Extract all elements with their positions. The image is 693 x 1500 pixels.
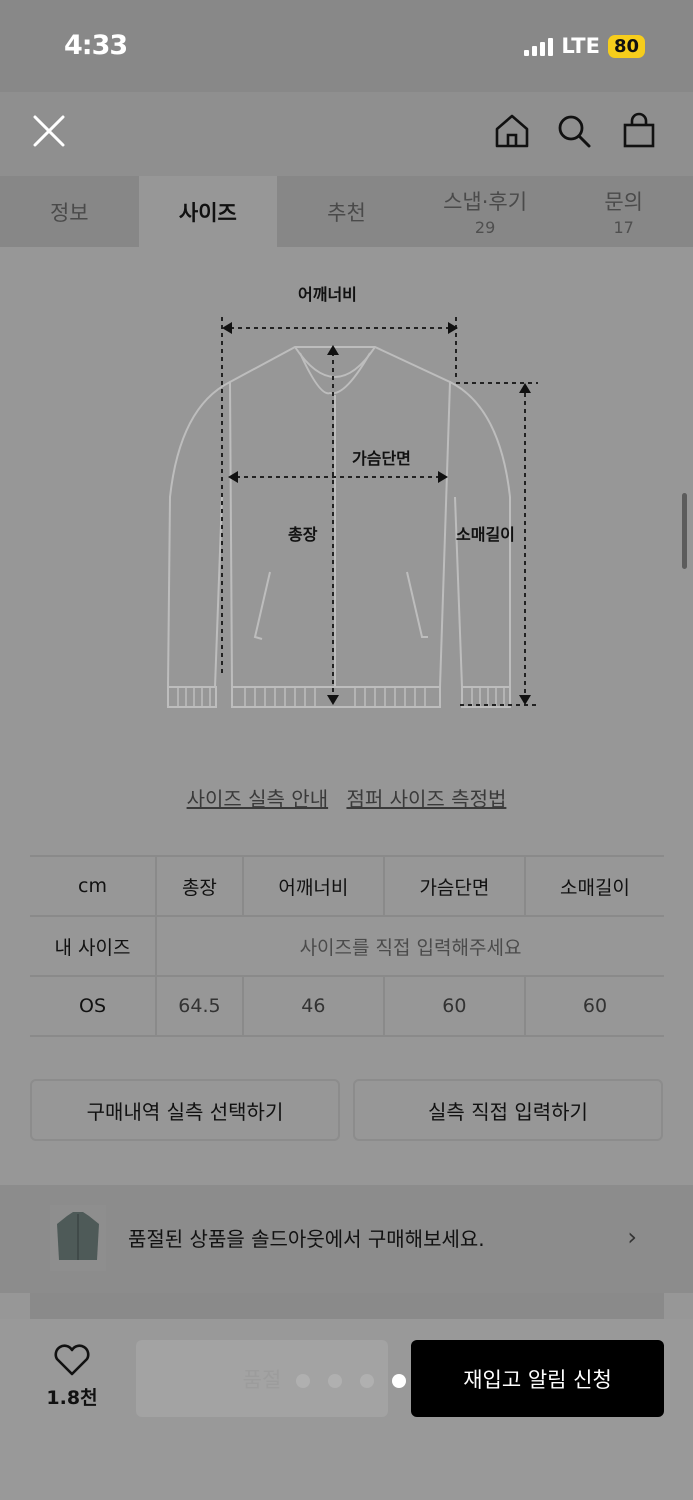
sleeve-label: 소매길이 xyxy=(456,525,515,544)
tab-label: 문의 xyxy=(604,190,643,214)
size-content: 어깨너비 가슴단면 총장 소매길이 사이즈 실측 안내 점퍼 사이즈 측정법 c… xyxy=(0,247,693,1319)
table-header: 가슴단면 xyxy=(382,855,525,917)
heart-icon xyxy=(54,1344,90,1376)
bag-icon[interactable] xyxy=(616,108,662,154)
tab-inquiry[interactable]: 문의 17 xyxy=(554,176,693,247)
content-divider xyxy=(30,1293,664,1319)
table-header: 총장 xyxy=(155,855,243,917)
page-indicator xyxy=(296,1374,406,1388)
status-bar: 4:33 LTE 80 xyxy=(0,0,693,92)
tab-count: 17 xyxy=(613,218,634,237)
size-guide-links: 사이즈 실측 안내 점퍼 사이즈 측정법 xyxy=(0,783,693,812)
network-label: LTE xyxy=(561,34,600,58)
table-cell: 46 xyxy=(241,976,384,1037)
tab-label: 사이즈 xyxy=(178,200,237,225)
tab-count: 29 xyxy=(474,218,496,237)
measure-method-link[interactable]: 점퍼 사이즈 측정법 xyxy=(346,787,506,811)
search-icon[interactable] xyxy=(551,108,597,154)
jacket-thumbnail xyxy=(50,1205,106,1271)
size-label: OS xyxy=(30,976,156,1037)
battery-indicator: 80 xyxy=(607,34,645,58)
home-icon[interactable] xyxy=(489,108,535,154)
tab-label: 정보 xyxy=(49,200,89,225)
table-header: 어깨너비 xyxy=(241,855,384,917)
table-cell: 60 xyxy=(382,976,525,1037)
banner-text: 품절된 상품을 솔드아웃에서 구매해보세요. xyxy=(128,1227,485,1251)
status-indicators: LTE 80 xyxy=(524,34,645,58)
top-header xyxy=(0,92,693,176)
size-guide-link[interactable]: 사이즈 실측 안내 xyxy=(187,787,329,811)
shoulder-label: 어깨너비 xyxy=(298,285,357,304)
soldout-banner[interactable]: 품절된 상품을 솔드아웃에서 구매해보세요. › xyxy=(0,1185,693,1293)
tab-recommend[interactable]: 추천 xyxy=(277,176,416,247)
like-button[interactable]: 1.8천 xyxy=(40,1343,104,1410)
page-dot xyxy=(296,1374,310,1388)
direct-input-button[interactable]: 실측 직접 입력하기 xyxy=(353,1079,663,1141)
table-cell: 64.5 xyxy=(155,976,243,1037)
table-header-row: cm 총장 어깨너비 가슴단면 소매길이 xyxy=(30,855,664,917)
signal-icon xyxy=(524,36,554,56)
chevron-right-icon: › xyxy=(627,1223,637,1251)
status-time: 4:33 xyxy=(64,30,128,61)
bottom-action-bar: 1.8천 품절 재입고 알림 신청 xyxy=(0,1319,693,1500)
table-row: OS 64.5 46 60 60 xyxy=(30,976,664,1037)
page-dot xyxy=(328,1374,342,1388)
jacket-outline-icon xyxy=(166,317,538,708)
tab-snap-review[interactable]: 스냅·후기 29 xyxy=(416,176,555,247)
my-size-input[interactable]: 사이즈를 직접 입력해주세요 xyxy=(155,916,664,977)
restock-alert-button[interactable]: 재입고 알림 신청 xyxy=(411,1340,664,1417)
product-tabs: 정보 사이즈 추천 스냅·후기 29 문의 17 xyxy=(0,176,693,247)
table-cell: 60 xyxy=(523,976,664,1037)
size-table: cm 총장 어깨너비 가슴단면 소매길이 내 사이즈 사이즈를 직접 입력해주세… xyxy=(30,855,664,1037)
tab-size[interactable]: 사이즈 xyxy=(138,176,278,247)
my-size-row: 내 사이즈 사이즈를 직접 입력해주세요 xyxy=(30,916,664,977)
chest-label: 가슴단면 xyxy=(352,449,411,468)
table-header: cm xyxy=(30,855,156,917)
scrollbar[interactable] xyxy=(682,493,687,569)
page-dot xyxy=(360,1374,374,1388)
close-icon[interactable] xyxy=(26,108,72,154)
purchase-history-button[interactable]: 구매내역 실측 선택하기 xyxy=(30,1079,340,1141)
tab-info[interactable]: 정보 xyxy=(0,176,139,247)
like-count: 1.8천 xyxy=(46,1387,98,1409)
page-dot-active xyxy=(392,1374,406,1388)
jacket-size-diagram: 어깨너비 가슴단면 총장 소매길이 xyxy=(0,247,693,757)
table-header: 소매길이 xyxy=(523,855,664,917)
tab-label: 스냅·후기 xyxy=(443,190,528,214)
my-size-label: 내 사이즈 xyxy=(30,916,156,977)
tab-label: 추천 xyxy=(327,200,366,225)
length-label: 총장 xyxy=(288,525,318,544)
